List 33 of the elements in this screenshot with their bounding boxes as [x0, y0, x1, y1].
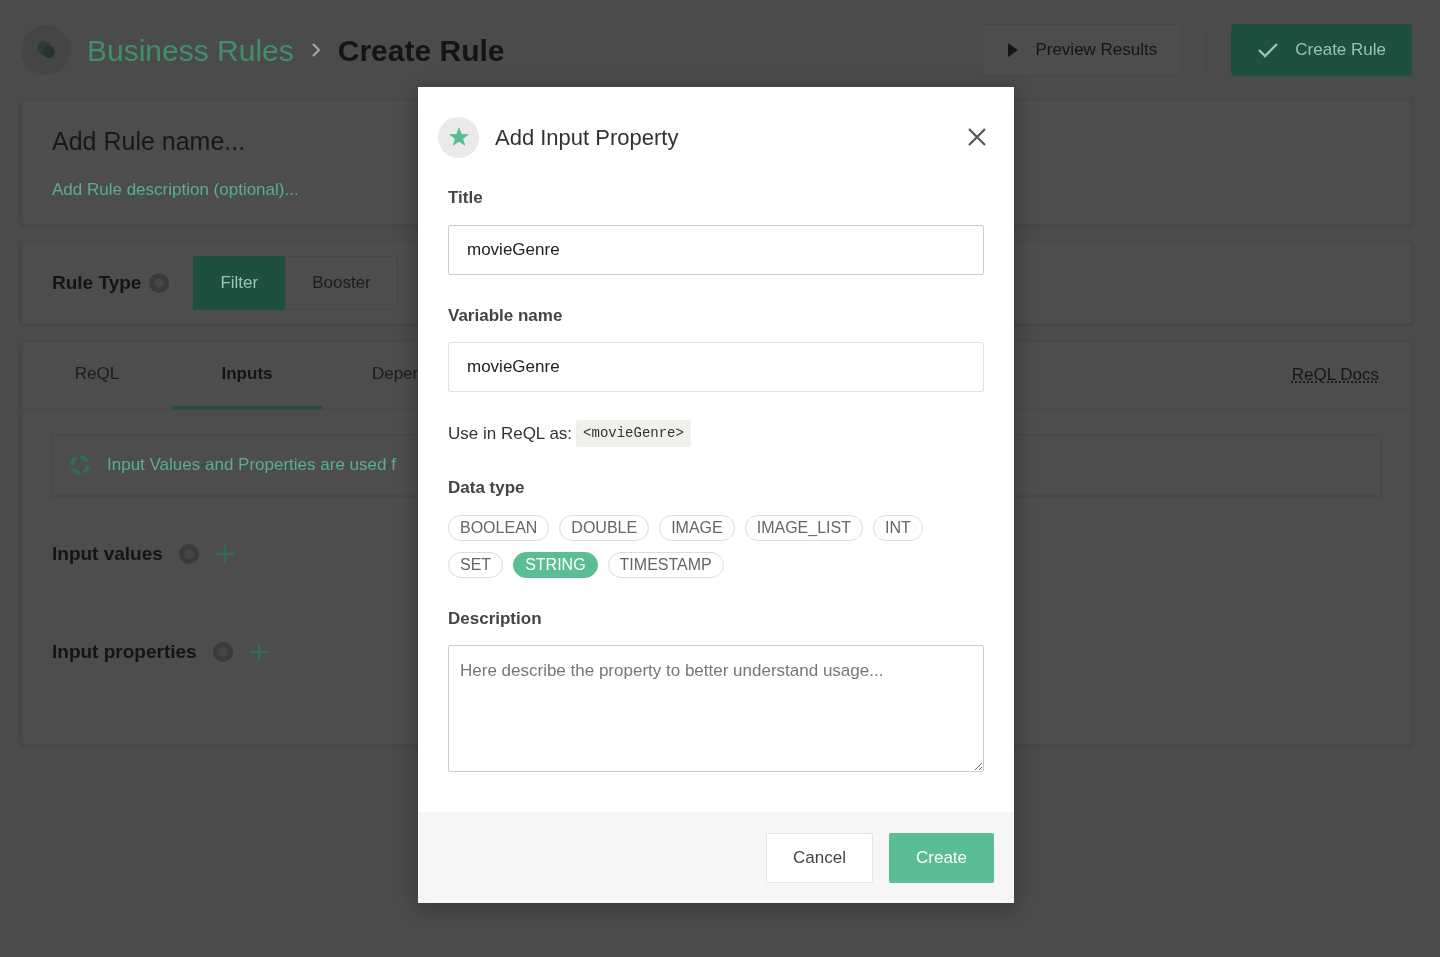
data-type-chip[interactable]: IMAGE — [659, 514, 735, 541]
data-type-chip[interactable]: INT — [872, 514, 923, 541]
dialog-title: Add Input Property — [495, 123, 679, 152]
rule-type-option[interactable]: Filter — [193, 256, 286, 310]
section-title: Input properties — [52, 640, 197, 664]
star-icon — [447, 126, 470, 148]
plus-icon[interactable] — [248, 642, 269, 663]
info-text: Input Values and Properties are used f — [107, 454, 396, 477]
field-label: Title — [448, 187, 484, 209]
check-icon — [1257, 41, 1280, 59]
text-field[interactable]: movieGenre — [448, 224, 984, 275]
field-label: Data type — [448, 477, 526, 499]
field-label: Variable name — [448, 304, 564, 327]
data-type-chip[interactable]: DOUBLE — [559, 514, 650, 541]
usage-label: Use in ReQL as: — [448, 422, 573, 445]
data-type-chip[interactable]: TIMESTAMP — [607, 551, 724, 578]
page-title: Create Rule — [337, 32, 505, 69]
data-type-chip[interactable]: IMAGE_LIST — [744, 514, 863, 541]
create-rule-button[interactable]: Create Rule — [1231, 24, 1412, 76]
text-field[interactable]: movieGenre — [448, 342, 984, 392]
field-label: Description — [448, 607, 543, 630]
close-button[interactable] — [968, 128, 986, 146]
plus-icon[interactable] — [214, 543, 235, 564]
play-icon — [1007, 43, 1020, 57]
rule-type-label: Rule Type — [52, 270, 142, 295]
section-title: Input values — [52, 541, 163, 566]
description-field[interactable]: Here describe the property to better understand usage... — [448, 645, 984, 772]
cancel-button[interactable]: Cancel — [766, 832, 873, 883]
lifebuoy-icon — [69, 454, 91, 476]
rule-description-field[interactable]: Add Rule description (optional)... — [52, 176, 299, 202]
data-type-chip[interactable]: SET — [448, 551, 504, 578]
variable-code: <movieGenre> — [576, 420, 691, 447]
data-type-chip[interactable]: BOOLEAN — [448, 514, 550, 541]
